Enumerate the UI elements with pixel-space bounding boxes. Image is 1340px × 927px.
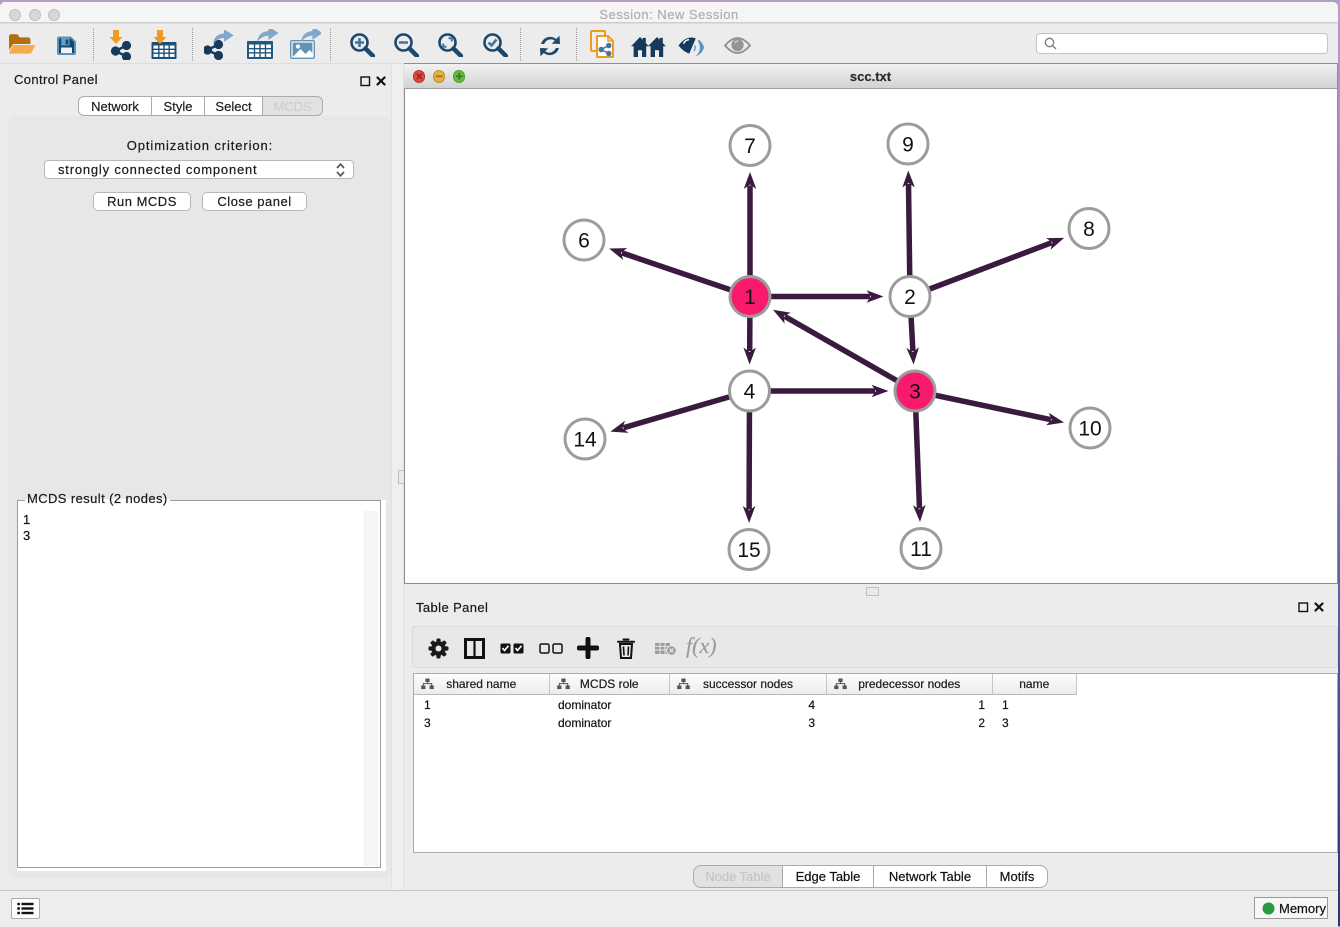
svg-text:9: 9 [902, 134, 914, 157]
svg-text:3: 3 [909, 381, 921, 404]
svg-text:2: 2 [904, 286, 916, 309]
svg-text:4: 4 [744, 381, 756, 404]
svg-text:8: 8 [1083, 218, 1095, 241]
svg-text:15: 15 [737, 539, 760, 562]
svg-text:14: 14 [573, 429, 597, 452]
svg-text:10: 10 [1078, 418, 1101, 441]
svg-text:1: 1 [744, 286, 756, 309]
svg-text:7: 7 [744, 135, 756, 158]
svg-text:6: 6 [578, 230, 590, 253]
svg-text:11: 11 [910, 538, 932, 561]
